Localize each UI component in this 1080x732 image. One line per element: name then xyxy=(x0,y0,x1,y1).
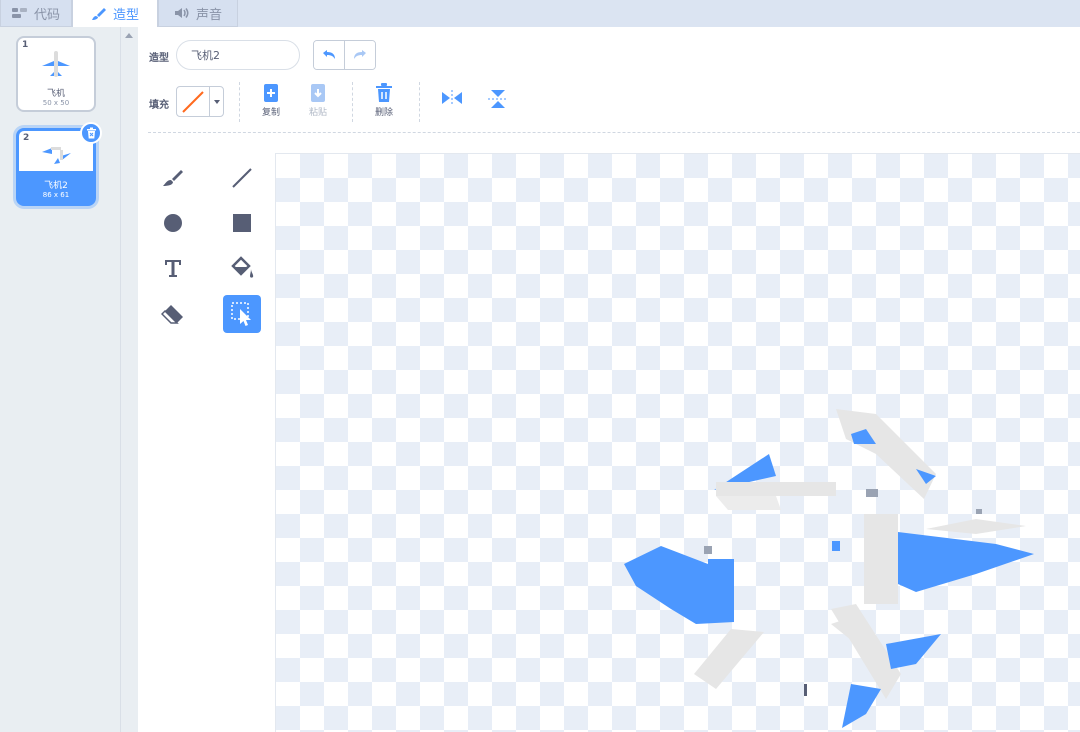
flip-horizontal-icon xyxy=(442,90,462,106)
fill-label: 填充 xyxy=(149,100,169,111)
paste-icon xyxy=(311,84,325,102)
fill-swatch xyxy=(177,87,210,116)
speaker-icon xyxy=(174,7,190,19)
fill-color-picker[interactable] xyxy=(176,86,224,117)
code-icon xyxy=(11,7,28,19)
redo-button[interactable] xyxy=(344,41,375,69)
costume-size: 86 x 61 xyxy=(42,191,70,199)
rectangle-tool[interactable] xyxy=(223,204,261,242)
circle-tool[interactable] xyxy=(154,204,192,242)
editor-tabs: 代码 造型 声音 xyxy=(0,0,1080,27)
brush-tool[interactable] xyxy=(154,159,192,197)
costume-list-scrollbar[interactable] xyxy=(120,27,138,732)
brush-icon xyxy=(163,170,183,186)
tab-code[interactable]: 代码 xyxy=(0,0,72,27)
delete-button[interactable]: 删除 xyxy=(366,83,402,118)
trash-icon xyxy=(376,83,392,102)
tab-costumes-label: 造型 xyxy=(112,8,139,23)
costume-name-label: 造型 xyxy=(149,53,169,64)
costume-item-2[interactable]: 2 飞机2 86 x 61 xyxy=(16,122,102,206)
delete-label: 删除 xyxy=(374,108,393,118)
undo-icon xyxy=(323,50,336,59)
eraser-icon xyxy=(161,305,183,324)
paste-label: 粘贴 xyxy=(308,108,327,118)
circle-icon xyxy=(164,214,182,232)
divider xyxy=(239,82,240,122)
copy-label: 复制 xyxy=(261,108,280,118)
chevron-down-icon[interactable] xyxy=(210,87,223,116)
tab-costumes[interactable]: 造型 xyxy=(72,0,158,27)
costume-name: 飞机2 xyxy=(44,181,68,191)
redo-icon xyxy=(354,50,367,59)
flip-horizontal-button[interactable] xyxy=(434,89,470,107)
tab-sounds[interactable]: 声音 xyxy=(158,0,238,27)
airplane-thumbnail-icon xyxy=(18,44,94,84)
delete-costume-button[interactable] xyxy=(80,122,102,144)
copy-button[interactable]: 复制 xyxy=(253,83,289,118)
line-tool[interactable] xyxy=(223,159,261,197)
select-tool[interactable] xyxy=(223,295,261,333)
undo-button[interactable] xyxy=(314,41,345,69)
costume-name: 飞机 xyxy=(46,89,65,99)
rectangle-icon xyxy=(233,214,251,232)
copy-icon xyxy=(264,84,278,102)
costume-list: 1 飞机 50 x 50 2 飞机2 86 x 61 xyxy=(0,27,120,732)
flip-vertical-icon xyxy=(488,90,508,108)
costume-name-input[interactable]: 飞机2 xyxy=(176,40,300,70)
flip-vertical-button[interactable] xyxy=(480,89,516,109)
text-tool[interactable] xyxy=(154,249,192,287)
trash-icon xyxy=(86,127,96,139)
tab-code-label: 代码 xyxy=(33,7,60,23)
fill-color-icon xyxy=(182,90,204,113)
scroll-up-icon[interactable] xyxy=(125,33,133,38)
eraser-tool[interactable] xyxy=(154,295,192,333)
undo-redo-group xyxy=(313,40,376,70)
paste-button[interactable]: 粘贴 xyxy=(300,83,336,118)
fill-bucket-icon xyxy=(231,256,254,278)
line-icon xyxy=(232,168,252,188)
paint-editor: 造型 飞机2 填充 复制 粘贴 删除 xyxy=(138,27,1080,732)
select-icon xyxy=(231,302,251,326)
drawing-canvas[interactable] xyxy=(275,153,1080,732)
toolbar-divider xyxy=(148,132,1080,133)
costume-size: 50 x 50 xyxy=(42,99,70,107)
brush-icon xyxy=(91,6,107,22)
airplane-spiral-artwork xyxy=(624,409,1034,728)
fill-tool[interactable] xyxy=(223,249,261,287)
tab-sounds-label: 声音 xyxy=(195,7,222,23)
divider xyxy=(419,82,420,122)
divider xyxy=(352,82,353,122)
costume-item-1[interactable]: 1 飞机 50 x 50 xyxy=(16,36,96,112)
text-icon xyxy=(165,260,181,277)
